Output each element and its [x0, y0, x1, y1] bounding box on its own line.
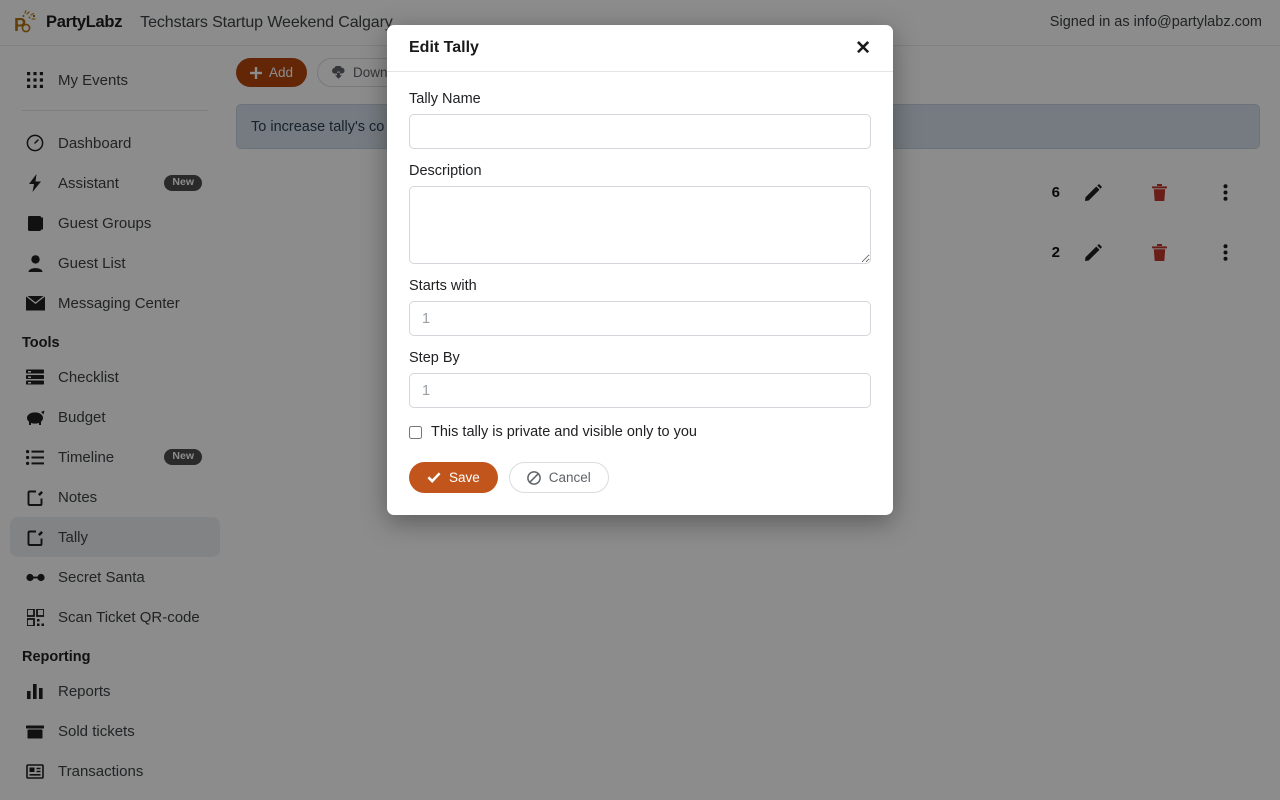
ban-icon	[526, 470, 541, 485]
starts-with-field-group: Starts with	[409, 278, 871, 336]
edit-tally-modal: Edit Tally ✕ Tally Name Description Star…	[387, 25, 893, 515]
step-by-label: Step By	[409, 350, 460, 366]
modal-header: Edit Tally ✕	[387, 25, 893, 72]
private-tally-label: This tally is private and visible only t…	[431, 424, 697, 440]
description-label: Description	[409, 163, 482, 179]
tally-name-input[interactable]	[409, 114, 871, 149]
step-by-field-group: Step By	[409, 350, 871, 408]
check-icon	[427, 471, 441, 484]
tally-name-field-group: Tally Name	[409, 91, 871, 149]
save-button[interactable]: Save	[409, 462, 498, 493]
modal-body: Tally Name Description Starts with Step …	[387, 72, 893, 515]
private-tally-checkbox-row[interactable]: This tally is private and visible only t…	[409, 424, 871, 440]
description-textarea[interactable]	[409, 186, 871, 264]
close-icon[interactable]: ✕	[847, 35, 879, 62]
description-field-group: Description	[409, 163, 871, 264]
modal-title: Edit Tally	[409, 39, 479, 56]
cancel-button[interactable]: Cancel	[508, 462, 609, 493]
private-tally-checkbox[interactable]	[409, 425, 422, 439]
tally-name-label: Tally Name	[409, 91, 481, 107]
modal-action-buttons: Save Cancel	[409, 462, 871, 493]
starts-with-label: Starts with	[409, 278, 477, 294]
step-by-input[interactable]	[409, 373, 871, 408]
save-button-label: Save	[449, 470, 480, 485]
cancel-button-label: Cancel	[548, 470, 591, 485]
starts-with-input[interactable]	[409, 301, 871, 336]
